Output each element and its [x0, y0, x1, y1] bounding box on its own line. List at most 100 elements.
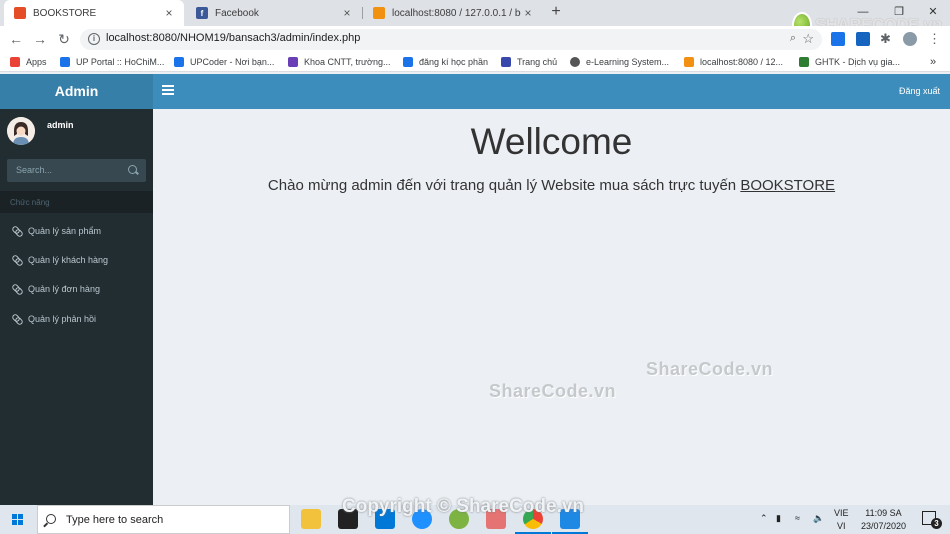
tab-facebook[interactable]: f Facebook ×	[186, 0, 362, 26]
brand-logo[interactable]: Admin	[0, 74, 153, 109]
volume-icon[interactable]: 🔈	[813, 513, 824, 524]
chevron-up-icon[interactable]: ⌃	[760, 513, 768, 524]
tab-title: BOOKSTORE	[33, 7, 97, 19]
bookmark-ghtk[interactable]: GHTK - Dịch vụ gia...	[799, 55, 900, 69]
bookmark-khoa-cntt[interactable]: Khoa CNTT, trường...	[288, 55, 390, 69]
notification-badge: 3	[931, 518, 942, 529]
menu-header: Chức năng	[0, 191, 153, 213]
sidebar-item-label: Quản lý khách hàng	[28, 254, 109, 265]
sidebar-item-customers[interactable]: Quản lý khách hàng	[0, 246, 153, 268]
logout-link[interactable]: Đăng xuất	[899, 86, 940, 96]
reload-icon[interactable]: ↻	[54, 29, 74, 49]
welcome-message: Chào mừng admin đến với trang quản lý We…	[153, 177, 950, 194]
bookmark-label: e-Learning System...	[586, 57, 670, 67]
new-tab-button[interactable]: +	[546, 2, 566, 22]
facebook-favicon-icon: f	[196, 7, 208, 19]
watermark-text: ShareCode.vn	[489, 381, 617, 401]
back-arrow-icon[interactable]: ←	[6, 29, 26, 49]
hamburger-menu-icon[interactable]	[162, 85, 174, 97]
sidebar-item-label: Quản lý sản phẩm	[28, 225, 102, 236]
extension-icon[interactable]	[856, 32, 870, 46]
bookmark-label: đăng kí học phần	[419, 57, 489, 67]
link-icon	[12, 284, 22, 294]
link-icon	[12, 226, 22, 236]
sidebar-search-input[interactable]: Search...	[7, 159, 146, 182]
sidebar-item-products[interactable]: Quản lý sản phẩm	[0, 217, 153, 239]
address-bar[interactable]: i localhost:8080/NHOM19/bansach3/admin/i…	[80, 29, 822, 50]
wifi-icon[interactable]: ≈	[795, 513, 800, 523]
bookmark-favicon-icon	[403, 57, 413, 67]
apps-grid-icon	[10, 57, 20, 67]
sidebar: admin Search... Chức năng Quản lý sản ph…	[0, 109, 153, 505]
tab-phpmyadmin[interactable]: localhost:8080 / 127.0.0.1 / book ×	[363, 0, 543, 26]
sidebar-item-orders[interactable]: Quản lý đơn hàng	[0, 275, 153, 297]
bookmark-favicon-icon	[799, 57, 809, 67]
close-icon[interactable]: ×	[521, 6, 535, 20]
link-icon	[12, 314, 22, 324]
welcome-text: Chào mừng admin đến với trang quản lý We…	[267, 177, 741, 194]
windows-start-icon[interactable]	[12, 514, 24, 526]
bookstore-favicon-icon	[14, 7, 26, 19]
notification-icon[interactable]: 3	[922, 511, 942, 529]
lang-line1: VIE	[834, 508, 849, 518]
phpmyadmin-favicon-icon	[373, 7, 385, 19]
user-name: admin	[47, 120, 74, 130]
close-icon[interactable]: ×	[340, 6, 354, 20]
tab-bookstore[interactable]: BOOKSTORE ×	[4, 0, 184, 26]
bookmark-label: Trang chủ	[517, 57, 558, 67]
search-placeholder: Search...	[16, 165, 53, 175]
bookmark-label: GHTK - Dịch vụ gia...	[815, 57, 901, 67]
tab-title: localhost:8080 / 127.0.0.1 / book	[392, 7, 521, 19]
profile-avatar[interactable]	[903, 32, 917, 46]
browser-toolbar: ← → ↻ i localhost:8080/NHOM19/bansach3/a…	[0, 26, 950, 52]
file-explorer-icon[interactable]	[301, 509, 321, 529]
globe-icon	[570, 57, 580, 67]
watermark-text: ShareCode.vn	[646, 359, 774, 379]
bookmark-favicon-icon	[501, 57, 511, 67]
bookmark-favicon-icon	[288, 57, 298, 67]
info-icon[interactable]: i	[88, 33, 100, 45]
sidebar-item-label: Quản lý đơn hàng	[28, 283, 100, 294]
bookmark-apps[interactable]: Apps	[10, 55, 47, 69]
language-indicator[interactable]: VIE VI	[834, 507, 849, 533]
clock-time: 11:09 SA	[865, 508, 902, 518]
battery-icon[interactable]: ▮	[776, 513, 781, 524]
taskbar-search-placeholder: Type here to search	[66, 514, 164, 526]
bookmark-dang-ki[interactable]: đăng kí học phần	[403, 55, 488, 69]
clock-date: 23/07/2020	[860, 521, 906, 531]
extension-icon[interactable]	[831, 32, 845, 46]
bookmark-elearning[interactable]: e-Learning System...	[570, 55, 669, 69]
more-bookmarks-button[interactable]: »	[930, 55, 936, 69]
admin-header: Admin Đăng xuất	[0, 74, 950, 109]
bookmark-star-icon[interactable]: ☆	[802, 31, 814, 47]
avatar	[7, 117, 35, 145]
bookmark-label: Khoa CNTT, trường...	[304, 57, 391, 67]
sidebar-item-label: Quản lý phản hồi	[28, 313, 97, 324]
bookmark-label: UPCoder - Nơi bạn...	[190, 57, 275, 67]
clock[interactable]: 11:09 SA 23/07/2020	[861, 507, 906, 533]
close-icon[interactable]: ×	[162, 6, 176, 20]
forward-arrow-icon[interactable]: →	[30, 29, 50, 49]
bookmark-up-portal[interactable]: UP Portal :: HoChiM...	[60, 55, 164, 69]
link-icon	[12, 255, 22, 265]
bookmark-label: localhost:8080 / 12...	[700, 57, 784, 67]
page-title: Wellcome	[470, 121, 633, 162]
bookmark-upcoder[interactable]: UPCoder - Nơi bạn...	[174, 55, 274, 69]
tab-title: Facebook	[215, 7, 259, 19]
bookmark-favicon-icon	[174, 57, 184, 67]
bookmark-favicon-icon	[60, 57, 70, 67]
bookmark-favicon-icon	[684, 57, 694, 67]
search-icon	[46, 514, 56, 524]
bookmark-localhost[interactable]: localhost:8080 / 12...	[684, 55, 783, 69]
taskbar-search-input[interactable]: Type here to search	[37, 505, 290, 534]
puzzle-icon[interactable]: ✱	[880, 32, 894, 46]
url-text[interactable]: localhost:8080/NHOM19/bansach3/admin/ind…	[106, 32, 360, 44]
sidebar-item-feedback[interactable]: Quản lý phản hồi	[0, 305, 153, 327]
copyright-watermark: Copyright © ShareCode.vn	[342, 496, 585, 517]
menu-kebab-icon[interactable]: ⋮	[928, 32, 942, 46]
bookmark-label: UP Portal :: HoChiM...	[76, 57, 165, 67]
bookstore-link[interactable]: BOOKSTORE	[740, 177, 835, 194]
bookmark-trang-chu[interactable]: Trang chủ	[501, 55, 557, 69]
search-icon[interactable]	[128, 165, 137, 174]
zoom-icon[interactable]: ⌕	[790, 32, 796, 45]
